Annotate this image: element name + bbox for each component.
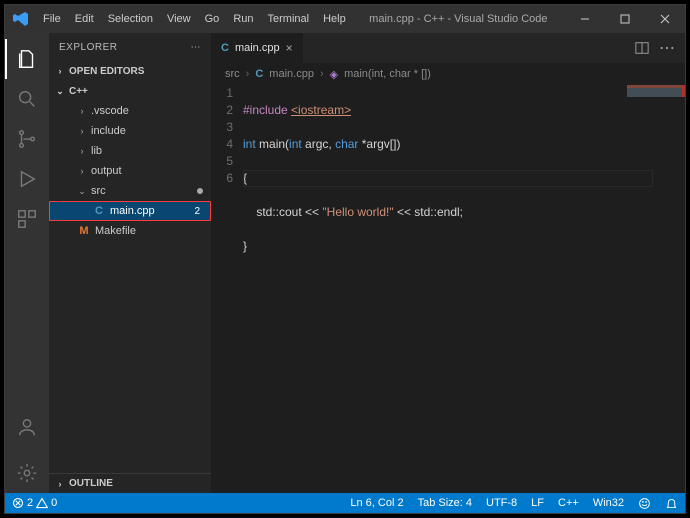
editor-tabs: C main.cpp × ⋯ bbox=[211, 33, 685, 63]
menu-edit[interactable]: Edit bbox=[69, 9, 100, 29]
folder-output[interactable]: ›output bbox=[49, 161, 211, 181]
editor-area: C main.cpp × ⋯ src› C main.cpp› ◈ main(i… bbox=[211, 33, 685, 493]
folder-src[interactable]: ⌄src bbox=[49, 181, 211, 201]
main-menu: File Edit Selection View Go Run Terminal… bbox=[37, 9, 352, 29]
activity-extensions-icon[interactable] bbox=[5, 199, 49, 239]
cpp-file-icon: C bbox=[255, 68, 263, 80]
explorer-title: EXPLORER bbox=[59, 42, 117, 53]
code-editor[interactable]: 123456 #include <iostream> int main(int … bbox=[211, 85, 685, 306]
breadcrumb[interactable]: src› C main.cpp› ◈ main(int, char * []) bbox=[211, 63, 685, 85]
menu-file[interactable]: File bbox=[37, 9, 67, 29]
makefile-icon: M bbox=[77, 225, 91, 237]
folder-vscode[interactable]: ›.vscode bbox=[49, 101, 211, 121]
open-editors-section[interactable]: › OPEN EDITORS bbox=[49, 61, 211, 81]
status-bell-icon[interactable] bbox=[658, 497, 685, 510]
split-editor-icon[interactable] bbox=[635, 41, 649, 55]
maximize-button[interactable] bbox=[605, 5, 645, 33]
status-tab-size[interactable]: Tab Size: 4 bbox=[411, 497, 479, 509]
menu-help[interactable]: Help bbox=[317, 9, 352, 29]
status-bar: 2 0 Ln 6, Col 2 Tab Size: 4 UTF-8 LF C++… bbox=[5, 493, 685, 513]
line-gutter: 123456 bbox=[211, 85, 243, 306]
minimap[interactable] bbox=[627, 85, 685, 97]
tab-main-cpp[interactable]: C main.cpp × bbox=[211, 33, 304, 63]
activity-explorer-icon[interactable] bbox=[5, 39, 49, 79]
chevron-right-icon: › bbox=[55, 66, 65, 76]
status-line-col[interactable]: Ln 6, Col 2 bbox=[343, 497, 410, 509]
tab-label: main.cpp bbox=[235, 42, 280, 54]
scroll-indicator bbox=[682, 85, 685, 97]
status-problems[interactable]: 2 0 bbox=[5, 493, 64, 513]
file-makefile[interactable]: MMakefile bbox=[49, 221, 211, 241]
window-title: main.cpp - C++ - Visual Studio Code bbox=[352, 13, 565, 25]
activity-accounts-icon[interactable] bbox=[5, 407, 49, 447]
activity-source-control-icon[interactable] bbox=[5, 119, 49, 159]
outline-section[interactable]: › OUTLINE bbox=[49, 473, 211, 493]
minimize-button[interactable] bbox=[565, 5, 605, 33]
code-lines[interactable]: #include <iostream> int main(int argc, c… bbox=[243, 85, 685, 306]
activity-bar bbox=[5, 33, 49, 493]
activity-search-icon[interactable] bbox=[5, 79, 49, 119]
breadcrumb-file[interactable]: main.cpp bbox=[269, 68, 314, 80]
activity-run-debug-icon[interactable] bbox=[5, 159, 49, 199]
breadcrumb-symbol[interactable]: main(int, char * []) bbox=[344, 68, 431, 80]
folder-lib[interactable]: ›lib bbox=[49, 141, 211, 161]
file-main-cpp[interactable]: Cmain.cpp2 bbox=[49, 201, 211, 221]
status-encoding[interactable]: UTF-8 bbox=[479, 497, 524, 509]
explorer-more-icon[interactable]: ⋯ bbox=[191, 42, 202, 53]
tab-close-icon[interactable]: × bbox=[286, 41, 293, 55]
chevron-right-icon: › bbox=[55, 479, 65, 489]
method-icon: ◈ bbox=[330, 68, 338, 81]
menu-run[interactable]: Run bbox=[227, 9, 259, 29]
chevron-down-icon: ⌄ bbox=[55, 86, 65, 97]
status-feedback-icon[interactable] bbox=[631, 497, 658, 510]
titlebar: File Edit Selection View Go Run Terminal… bbox=[5, 5, 685, 33]
menu-selection[interactable]: Selection bbox=[102, 9, 159, 29]
status-platform[interactable]: Win32 bbox=[586, 497, 631, 509]
activity-settings-icon[interactable] bbox=[5, 453, 49, 493]
status-language[interactable]: C++ bbox=[551, 497, 586, 509]
editor-more-icon[interactable]: ⋯ bbox=[659, 38, 675, 58]
cpp-file-icon: C bbox=[221, 42, 229, 54]
cpp-file-icon: C bbox=[92, 205, 106, 217]
workspace-root[interactable]: ⌄ C++ bbox=[49, 81, 211, 101]
vscode-logo-icon bbox=[13, 11, 29, 27]
folder-include[interactable]: ›include bbox=[49, 121, 211, 141]
explorer-sidebar: EXPLORER ⋯ › OPEN EDITORS ⌄ C++ ›.vscode… bbox=[49, 33, 211, 493]
menu-go[interactable]: Go bbox=[199, 9, 226, 29]
close-button[interactable] bbox=[645, 5, 685, 33]
status-eol[interactable]: LF bbox=[524, 497, 551, 509]
breadcrumb-folder[interactable]: src bbox=[225, 68, 240, 80]
menu-view[interactable]: View bbox=[161, 9, 197, 29]
menu-terminal[interactable]: Terminal bbox=[262, 9, 316, 29]
